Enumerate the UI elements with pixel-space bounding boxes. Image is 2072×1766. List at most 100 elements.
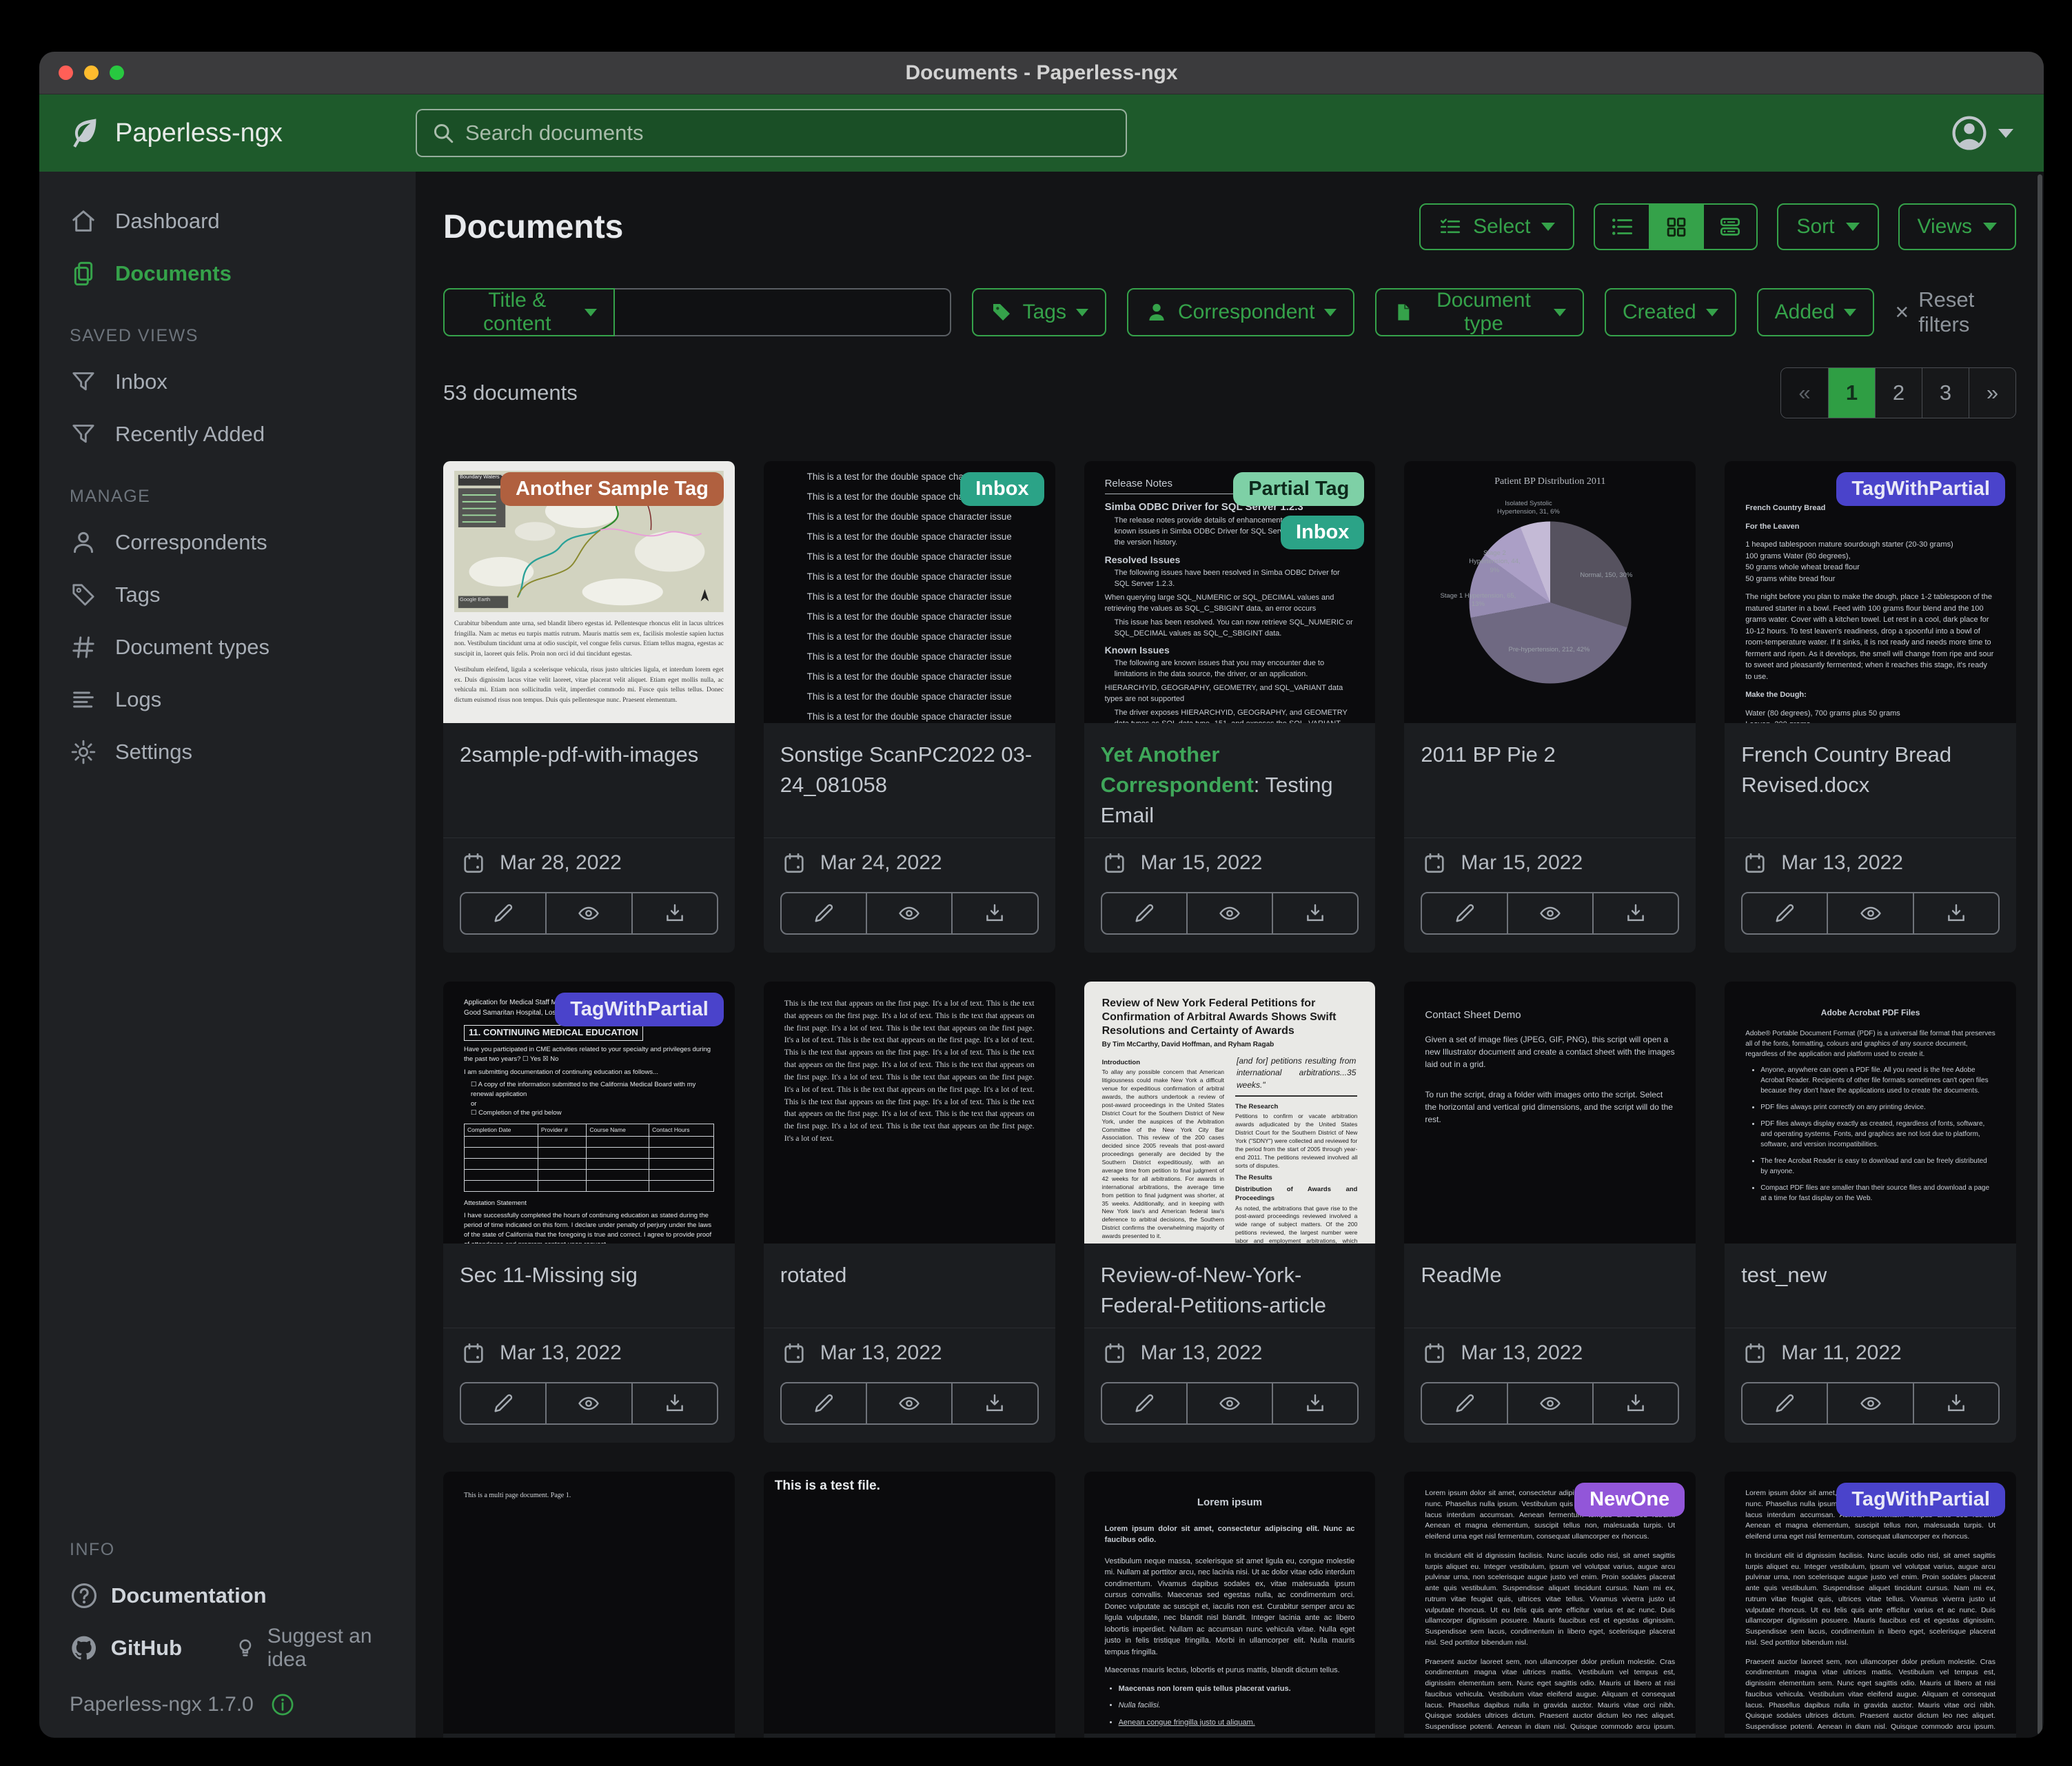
pagination-page-3[interactable]: 3: [1922, 368, 1969, 418]
pagination-next-button[interactable]: »: [1969, 368, 2015, 418]
info-circle-icon[interactable]: [270, 1692, 295, 1717]
document-title[interactable]: Newest Correspondent: f_combineds: [1404, 1734, 1696, 1738]
view-button[interactable]: [1828, 892, 1913, 935]
view-button[interactable]: [1188, 1382, 1273, 1425]
github-link[interactable]: GitHub: [111, 1636, 182, 1661]
document-thumbnail[interactable]: Contact Sheet Demo Given a set of image …: [1404, 982, 1696, 1244]
correspondent-filter-button[interactable]: Correspondent: [1127, 288, 1354, 336]
grid-view-button[interactable]: [1649, 205, 1703, 249]
documentation-link[interactable]: Documentation: [39, 1570, 416, 1622]
download-button[interactable]: [953, 1382, 1038, 1425]
list-view-button[interactable]: [1595, 205, 1649, 249]
document-thumbnail[interactable]: Lorem ipsum dolor sit amet, consectetur …: [1725, 1472, 2016, 1734]
document-title[interactable]: file-sample_150kBs: [1084, 1734, 1376, 1738]
document-thumbnail[interactable]: Review of New York Federal Petitions for…: [1084, 982, 1376, 1244]
github-icon[interactable]: [70, 1634, 99, 1663]
sidebar-item-logs[interactable]: Logs: [39, 673, 416, 726]
sidebar-item-inbox[interactable]: Inbox: [39, 356, 416, 408]
document-thumbnail[interactable]: This is a test for the double space char…: [764, 461, 1055, 723]
tag-badge[interactable]: Inbox: [960, 472, 1044, 506]
document-thumbnail[interactable]: This is the text that appears on the fir…: [764, 982, 1055, 1244]
download-button[interactable]: [633, 1382, 718, 1425]
document-title[interactable]: Sec 11-Missing sig: [443, 1244, 735, 1325]
view-button[interactable]: [867, 892, 953, 935]
view-button[interactable]: [547, 892, 632, 935]
tag-badge[interactable]: Inbox: [1281, 516, 1364, 549]
view-button[interactable]: [1828, 1382, 1913, 1425]
suggest-idea-link[interactable]: Suggest an idea: [233, 1625, 416, 1672]
document-title[interactable]: Yet Another Correspondent: Testing Email: [1084, 723, 1376, 838]
filter-field-selector[interactable]: Title & content: [443, 288, 615, 336]
download-button[interactable]: [1273, 1382, 1359, 1425]
edit-button[interactable]: [1741, 892, 1828, 935]
download-button[interactable]: [1273, 892, 1359, 935]
reset-filters-button[interactable]: × Reset filters: [1895, 287, 2016, 337]
edit-button[interactable]: [780, 1382, 867, 1425]
document-title[interactable]: sample-pdf-download-10-mb-longer-title: [1725, 1734, 2016, 1738]
user-menu[interactable]: [1950, 114, 2044, 152]
edit-button[interactable]: [1101, 1382, 1188, 1425]
edit-button[interactable]: [1741, 1382, 1828, 1425]
document-title[interactable]: Review-of-New-York-Federal-Petitions-art…: [1084, 1244, 1376, 1328]
views-button[interactable]: Views: [1898, 203, 2016, 250]
title-content-filter-input[interactable]: [615, 288, 951, 336]
document-title[interactable]: French Country Bread Revised.docx: [1725, 723, 2016, 807]
sidebar-item-recently-added[interactable]: Recently Added: [39, 408, 416, 460]
edit-button[interactable]: [1421, 892, 1507, 935]
pagination-page-1[interactable]: 1: [1828, 368, 1875, 418]
edit-button[interactable]: [780, 892, 867, 935]
tag-badge[interactable]: TagWithPartial: [1836, 472, 2005, 506]
view-button[interactable]: [1188, 892, 1273, 935]
document-title[interactable]: simple txt file: [764, 1734, 1055, 1738]
sidebar-item-dashboard[interactable]: Dashboard: [39, 195, 416, 247]
sidebar-item-tags[interactable]: Tags: [39, 569, 416, 621]
added-filter-button[interactable]: Added: [1757, 288, 1875, 336]
tag-badge[interactable]: TagWithPartial: [1836, 1483, 2005, 1516]
download-button[interactable]: [1914, 892, 2000, 935]
document-title[interactable]: 2011 BP Pie 2: [1404, 723, 1696, 804]
document-thumbnail[interactable]: Adobe Acrobat PDF Files Adobe® Portable …: [1725, 982, 2016, 1244]
select-button[interactable]: Select: [1419, 203, 1574, 250]
download-button[interactable]: [633, 892, 718, 935]
correspondent-link[interactable]: Yet Another Correspondent: [1101, 742, 1254, 797]
tag-badge[interactable]: Partial Tag: [1233, 472, 1364, 506]
tag-badge[interactable]: TagWithPartial: [555, 993, 724, 1026]
download-button[interactable]: [953, 892, 1038, 935]
sort-button[interactable]: Sort: [1777, 203, 1878, 250]
search-input[interactable]: [465, 121, 1112, 145]
sidebar-item-documents[interactable]: Documents: [39, 247, 416, 300]
sidebar-item-settings[interactable]: Settings: [39, 726, 416, 778]
pagination-page-2[interactable]: 2: [1875, 368, 1922, 418]
document-thumbnail[interactable]: Lorem ipsum dolor sit amet, consectetur …: [1404, 1472, 1696, 1734]
edit-button[interactable]: [1421, 1382, 1507, 1425]
document-thumbnail[interactable]: French Country Bread For the Leaven 1 he…: [1725, 461, 2016, 723]
document-thumbnail[interactable]: Boundary Waters Trip Google Earth Curabi…: [443, 461, 735, 723]
sidebar-item-correspondents[interactable]: Correspondents: [39, 516, 416, 569]
document-title[interactable]: 2sample-pdf-with-images: [443, 723, 735, 804]
view-button[interactable]: [547, 1382, 632, 1425]
document-thumbnail[interactable]: This is a multi page document. Page 1.: [443, 1472, 735, 1734]
document-thumbnail[interactable]: Application for Medical Staff Members Go…: [443, 982, 735, 1244]
tag-badge[interactable]: Another Sample Tag: [500, 472, 724, 506]
document-title[interactable]: ReadMe: [1404, 1244, 1696, 1325]
view-button[interactable]: [1508, 892, 1594, 935]
sidebar-item-document-types[interactable]: Document types: [39, 621, 416, 673]
pagination-prev-button[interactable]: «: [1781, 368, 1828, 418]
detail-view-button[interactable]: [1703, 205, 1756, 249]
download-button[interactable]: [1594, 892, 1679, 935]
edit-button[interactable]: [460, 892, 547, 935]
document-title[interactable]: multi-page-mixedxx: [443, 1734, 735, 1738]
created-filter-button[interactable]: Created: [1605, 288, 1736, 336]
tags-filter-button[interactable]: Tags: [972, 288, 1106, 336]
tag-badge[interactable]: NewOne: [1574, 1483, 1685, 1516]
document-thumbnail[interactable]: Patient BP Distribution 2011 Isolated Sy…: [1404, 461, 1696, 723]
download-button[interactable]: [1594, 1382, 1679, 1425]
document-thumbnail[interactable]: Lorem ipsum Lorem ipsum dolor sit amet, …: [1084, 1472, 1376, 1734]
document-thumbnail[interactable]: This is a test file.: [764, 1472, 1055, 1734]
document-type-filter-button[interactable]: Document type: [1375, 288, 1583, 336]
document-title[interactable]: test_new: [1725, 1244, 2016, 1325]
edit-button[interactable]: [460, 1382, 547, 1425]
document-thumbnail[interactable]: Release Notes Simba ODBC Driver for SQL …: [1084, 461, 1376, 723]
download-button[interactable]: [1914, 1382, 2000, 1425]
app-logo[interactable]: Paperless-ngx: [39, 115, 416, 151]
